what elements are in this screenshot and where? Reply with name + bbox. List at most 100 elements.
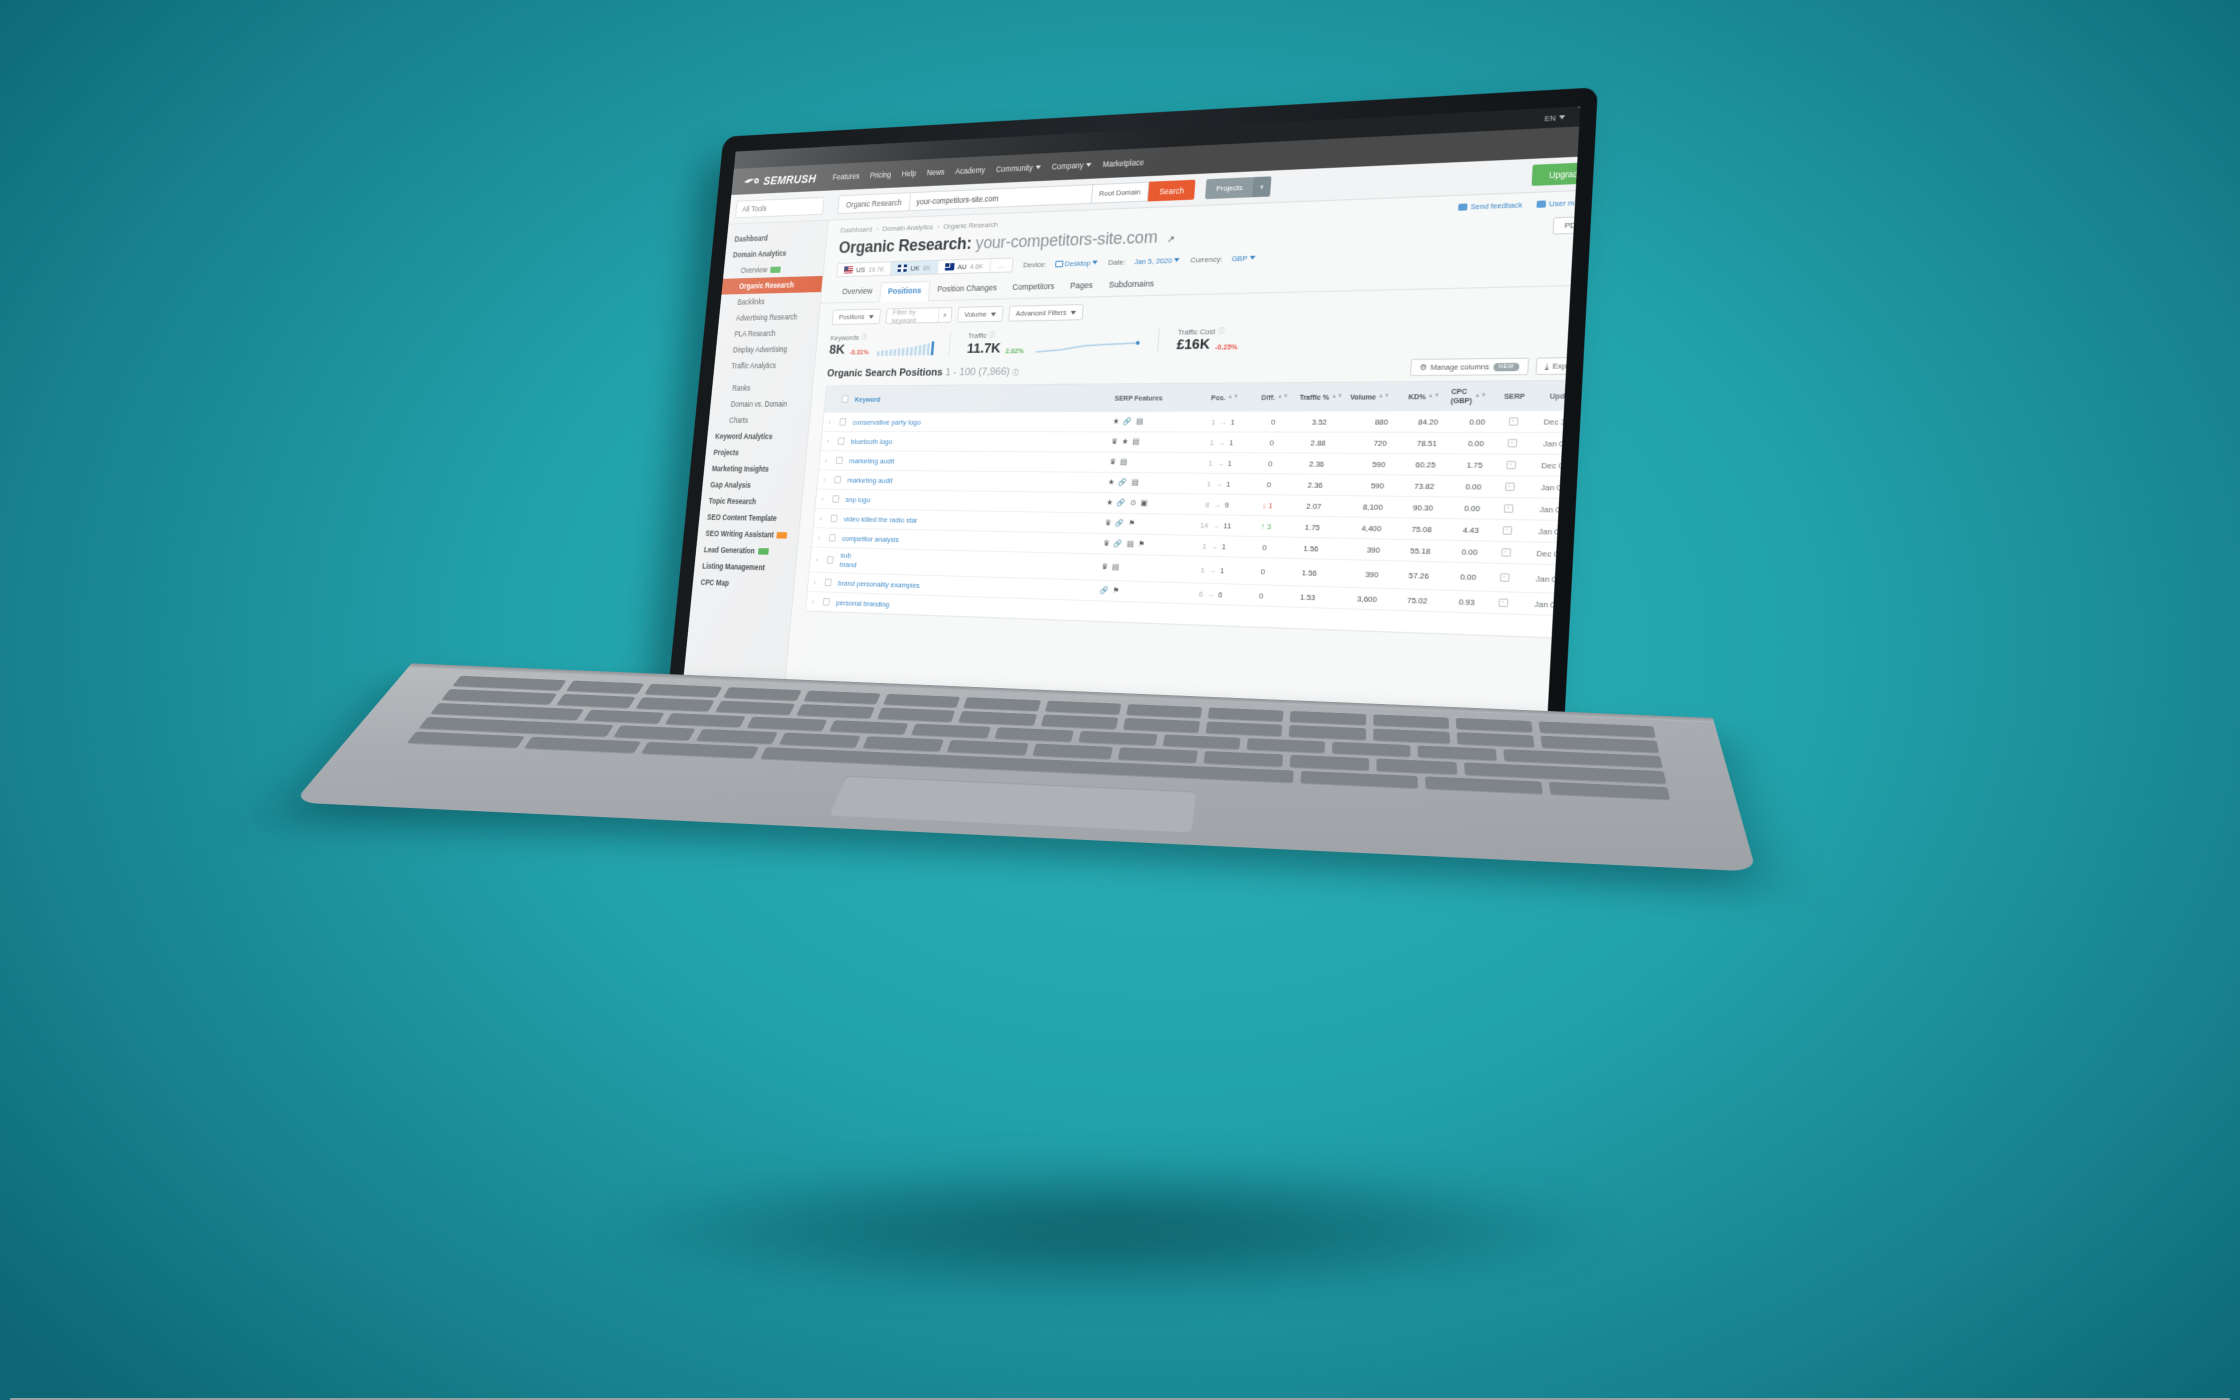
sort-icon[interactable]: ▲▼ — [1474, 392, 1487, 398]
sidebar-item-advertising-research[interactable]: Advertising Research — [718, 308, 819, 326]
column-header-cpc-gbp[interactable]: CPC (GBP) ▲▼ — [1447, 382, 1496, 411]
nav-link-academy[interactable]: Academy — [955, 165, 986, 175]
row-checkbox[interactable] — [824, 578, 832, 587]
sidebar-item-charts[interactable]: Charts — [708, 412, 810, 428]
keyboard-key[interactable] — [665, 713, 746, 728]
keyboard-key[interactable] — [584, 709, 665, 724]
tab-pages[interactable]: Pages — [1061, 276, 1101, 297]
sidebar-item-ranks[interactable]: Ranks — [711, 379, 813, 396]
advanced-filters-button[interactable]: Advanced Filters — [1008, 304, 1084, 322]
semrush-logo[interactable]: SEMRUSH — [732, 171, 833, 189]
column-header-pos[interactable]: Pos. ▲▼ — [1195, 383, 1255, 411]
keyboard-key[interactable] — [1417, 745, 1497, 761]
keyboard-key[interactable] — [1246, 738, 1326, 753]
keyboard-key[interactable] — [1300, 770, 1418, 789]
keyword-cell[interactable]: conservative party logo — [849, 415, 1111, 429]
star-icon[interactable]: ★ — [1112, 417, 1119, 426]
keyboard-key[interactable] — [723, 687, 802, 701]
sidebar-item-keyword-analytics[interactable]: Keyword Analytics — [707, 428, 809, 444]
keyboard-key[interactable] — [1040, 714, 1119, 729]
sort-icon[interactable]: ▲▼ — [1227, 394, 1239, 400]
column-header-traffic[interactable]: Traffic % ▲▼ — [1295, 383, 1347, 411]
nav-link-help[interactable]: Help — [901, 169, 916, 179]
keyboard-key[interactable] — [1207, 707, 1284, 722]
keyboard-key[interactable] — [641, 741, 759, 759]
currency-value[interactable]: GBP — [1231, 253, 1256, 263]
keyboard-key[interactable] — [695, 729, 778, 744]
snippet-icon[interactable]: ▤ — [1132, 437, 1139, 446]
keyboard-key[interactable] — [862, 736, 945, 752]
keyboard-key[interactable] — [1205, 721, 1283, 737]
link-icon[interactable]: 🔗 — [1118, 478, 1127, 487]
flag-icon[interactable]: ⚑ — [1128, 519, 1135, 528]
column-header-upd[interactable]: Upd. — [1533, 381, 1580, 410]
serp-snapshot-icon[interactable]: ▫ — [1505, 460, 1516, 470]
tab-subdomains[interactable]: Subdomains — [1100, 275, 1163, 296]
keyboard-key[interactable] — [1125, 704, 1203, 719]
keyboard-key[interactable] — [1372, 714, 1449, 729]
db-tab-more[interactable]: … — [990, 258, 1012, 272]
keyboard-key[interactable] — [947, 739, 1029, 756]
db-tab-uk[interactable]: UK 8K — [891, 260, 939, 275]
column-header-serp-features[interactable]: SERP Features — [1111, 384, 1197, 411]
crown-icon[interactable]: ♛ — [1105, 519, 1112, 528]
flag-icon[interactable]: ⚑ — [1112, 586, 1119, 595]
keyboard-key[interactable] — [796, 704, 875, 719]
upgrade-button[interactable]: Upgrade — [1531, 161, 1581, 186]
keyboard-key[interactable] — [565, 680, 645, 695]
keyboard-key[interactable] — [1549, 781, 1671, 800]
sort-icon[interactable]: ▲▼ — [1428, 393, 1440, 399]
snippet-icon[interactable]: ▤ — [1131, 478, 1138, 487]
keyboard-key[interactable] — [1424, 776, 1544, 794]
projects-button[interactable]: Projects — [1205, 177, 1254, 200]
column-header-volume[interactable]: Volume ▲▼ — [1345, 382, 1398, 410]
link-icon[interactable]: 🔗 — [1114, 539, 1123, 548]
tab-competitors[interactable]: Competitors — [1004, 277, 1063, 298]
manage-columns-button[interactable]: ⚙ Manage columns NEW — [1410, 357, 1529, 377]
serp-snapshot-icon[interactable]: ▫ — [1506, 439, 1517, 448]
table-row[interactable]: › conservative party logo ★ 🔗 ▤ 1 → 1 0 3.52 880 84… — [822, 409, 1581, 432]
keyboard-key[interactable] — [994, 727, 1074, 742]
search-button[interactable]: Search — [1147, 179, 1196, 202]
nav-link-company[interactable]: Company — [1051, 160, 1092, 171]
sidebar-item-projects[interactable]: Projects — [705, 444, 807, 461]
tab-position-changes[interactable]: Position Changes — [929, 279, 1006, 300]
keyboard-key[interactable] — [1203, 751, 1284, 767]
add-project-button[interactable]: + — [1252, 176, 1272, 198]
row-checkbox[interactable] — [837, 437, 845, 445]
keyboard-key[interactable] — [1078, 730, 1158, 746]
keyboard-key[interactable] — [644, 683, 723, 698]
keyboard-key[interactable] — [958, 711, 1037, 726]
keyboard-key[interactable] — [556, 694, 636, 708]
search-type-selector[interactable]: Organic Research — [837, 192, 911, 215]
video-icon[interactable]: ⊙ — [1130, 499, 1136, 508]
keyword-cell[interactable]: personal branding — [832, 595, 1096, 618]
sidebar-item-gap-analysis[interactable]: Gap Analysis — [702, 476, 804, 493]
keyboard-key[interactable] — [746, 716, 827, 731]
row-checkbox[interactable] — [833, 475, 841, 484]
keyboard-key[interactable] — [877, 707, 956, 722]
keyword-cell[interactable]: marketing audit — [845, 454, 1107, 470]
keyboard-key[interactable] — [1290, 710, 1366, 726]
star-icon[interactable]: ★ — [1108, 478, 1115, 487]
serp-snapshot-icon[interactable]: ▫ — [1508, 417, 1518, 426]
serp-snapshot-icon[interactable]: ▫ — [1503, 504, 1514, 513]
keyboard-key[interactable] — [828, 720, 909, 735]
language-selector[interactable]: EN — [1544, 113, 1566, 123]
crown-icon[interactable]: ♛ — [1101, 562, 1108, 571]
positions-filter[interactable]: Positions — [831, 308, 881, 325]
sidebar-item-pla-research[interactable]: PLA Research — [717, 324, 818, 342]
snippet-icon[interactable]: ▤ — [1136, 417, 1143, 426]
keyword-cell[interactable]: marketing audit — [844, 473, 1106, 490]
row-checkbox[interactable] — [835, 456, 843, 465]
serp-snapshot-icon[interactable]: ▫ — [1497, 598, 1508, 608]
sort-icon[interactable]: ▲▼ — [1378, 393, 1390, 399]
keyboard-key[interactable] — [1032, 743, 1113, 759]
keyboard-key[interactable] — [715, 700, 795, 715]
serp-snapshot-icon[interactable]: ▫ — [1502, 526, 1512, 535]
nav-link-pricing[interactable]: Pricing — [870, 170, 892, 180]
keyboard-key[interactable] — [1044, 700, 1122, 715]
serp-snapshot-icon[interactable]: ▫ — [1504, 482, 1515, 491]
row-checkbox[interactable] — [822, 598, 830, 606]
pdf-export-button[interactable]: PDF — [1552, 215, 1581, 235]
